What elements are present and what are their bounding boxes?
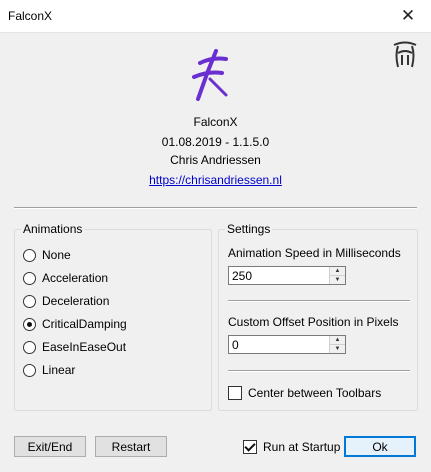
offset-label: Custom Offset Position in Pixels <box>228 315 399 329</box>
animation-option-label: Acceleration <box>42 271 109 285</box>
speed-value: 250 <box>232 269 253 283</box>
offset-input[interactable]: 0 ▲ ▼ <box>228 335 346 354</box>
animation-option[interactable]: Deceleration <box>23 293 109 309</box>
app-name: FalconX <box>193 115 238 129</box>
settings-group: Settings Animation Speed in Milliseconds… <box>218 222 418 411</box>
animation-radio[interactable] <box>23 271 36 285</box>
center-toolbars-checkbox[interactable] <box>228 386 242 400</box>
run-at-startup-row[interactable]: Run at Startup <box>243 439 340 455</box>
speed-input[interactable]: 250 ▲ ▼ <box>228 266 346 285</box>
speed-label: Animation Speed in Milliseconds <box>228 246 401 260</box>
website-link[interactable]: https://chrisandriessen.nl <box>0 173 431 187</box>
restart-button[interactable]: Restart <box>95 436 167 457</box>
animation-option[interactable]: Linear <box>23 362 75 378</box>
close-icon[interactable]: ✕ <box>385 0 431 32</box>
animation-radio[interactable] <box>23 363 36 377</box>
footer-bar: Exit/End Restart Run at Startup Ok <box>0 419 431 472</box>
animation-option-label: EaseInEaseOut <box>42 340 127 354</box>
title-bar: FalconX ✕ <box>0 0 431 33</box>
dialog-body: FalconX 01.08.2019 - 1.1.5.0 Chris Andri… <box>0 33 431 472</box>
settings-divider <box>228 370 410 372</box>
run-at-startup-checkbox[interactable] <box>243 440 257 454</box>
center-toolbars-label: Center between Toolbars <box>248 386 382 400</box>
animation-radio[interactable] <box>23 340 36 354</box>
run-at-startup-label: Run at Startup <box>263 440 341 454</box>
speed-spinner[interactable]: ▲ ▼ <box>329 267 345 284</box>
spin-up-icon[interactable]: ▲ <box>330 267 345 276</box>
author-name: Chris Andriessen <box>170 153 261 167</box>
window-title: FalconX <box>8 9 53 23</box>
version-line: 01.08.2019 - 1.1.5.0 <box>161 135 270 149</box>
ok-button[interactable]: Ok <box>344 436 416 457</box>
animation-option[interactable]: EaseInEaseOut <box>23 339 126 355</box>
animations-group-title: Animations <box>21 222 85 236</box>
animation-option[interactable]: CriticalDamping <box>23 316 127 332</box>
animation-option-label: None <box>42 248 71 262</box>
animation-option[interactable]: Acceleration <box>23 270 108 286</box>
animations-group: Animations None Acceleration Deceleration C… <box>14 222 212 411</box>
settings-divider <box>228 300 410 302</box>
offset-spinner[interactable]: ▲ ▼ <box>329 336 345 353</box>
animation-option[interactable]: None <box>23 247 71 263</box>
spin-down-icon[interactable]: ▼ <box>330 345 345 353</box>
animation-radio[interactable] <box>23 294 36 308</box>
spin-down-icon[interactable]: ▼ <box>330 276 345 284</box>
emblem-icon[interactable] <box>391 41 419 69</box>
animation-option-label: Linear <box>42 363 76 377</box>
animation-radio[interactable] <box>23 248 36 262</box>
animation-radio[interactable] <box>23 317 36 331</box>
settings-group-title: Settings <box>225 222 273 236</box>
animation-option-label: Deceleration <box>42 294 110 308</box>
exit-button[interactable]: Exit/End <box>14 436 86 457</box>
offset-value: 0 <box>232 338 239 352</box>
falconx-logo <box>192 49 228 101</box>
center-toolbars-checkbox-row[interactable]: Center between Toolbars <box>228 385 381 401</box>
spin-up-icon[interactable]: ▲ <box>330 336 345 345</box>
animation-option-label: CriticalDamping <box>42 317 127 331</box>
separator <box>14 207 417 209</box>
